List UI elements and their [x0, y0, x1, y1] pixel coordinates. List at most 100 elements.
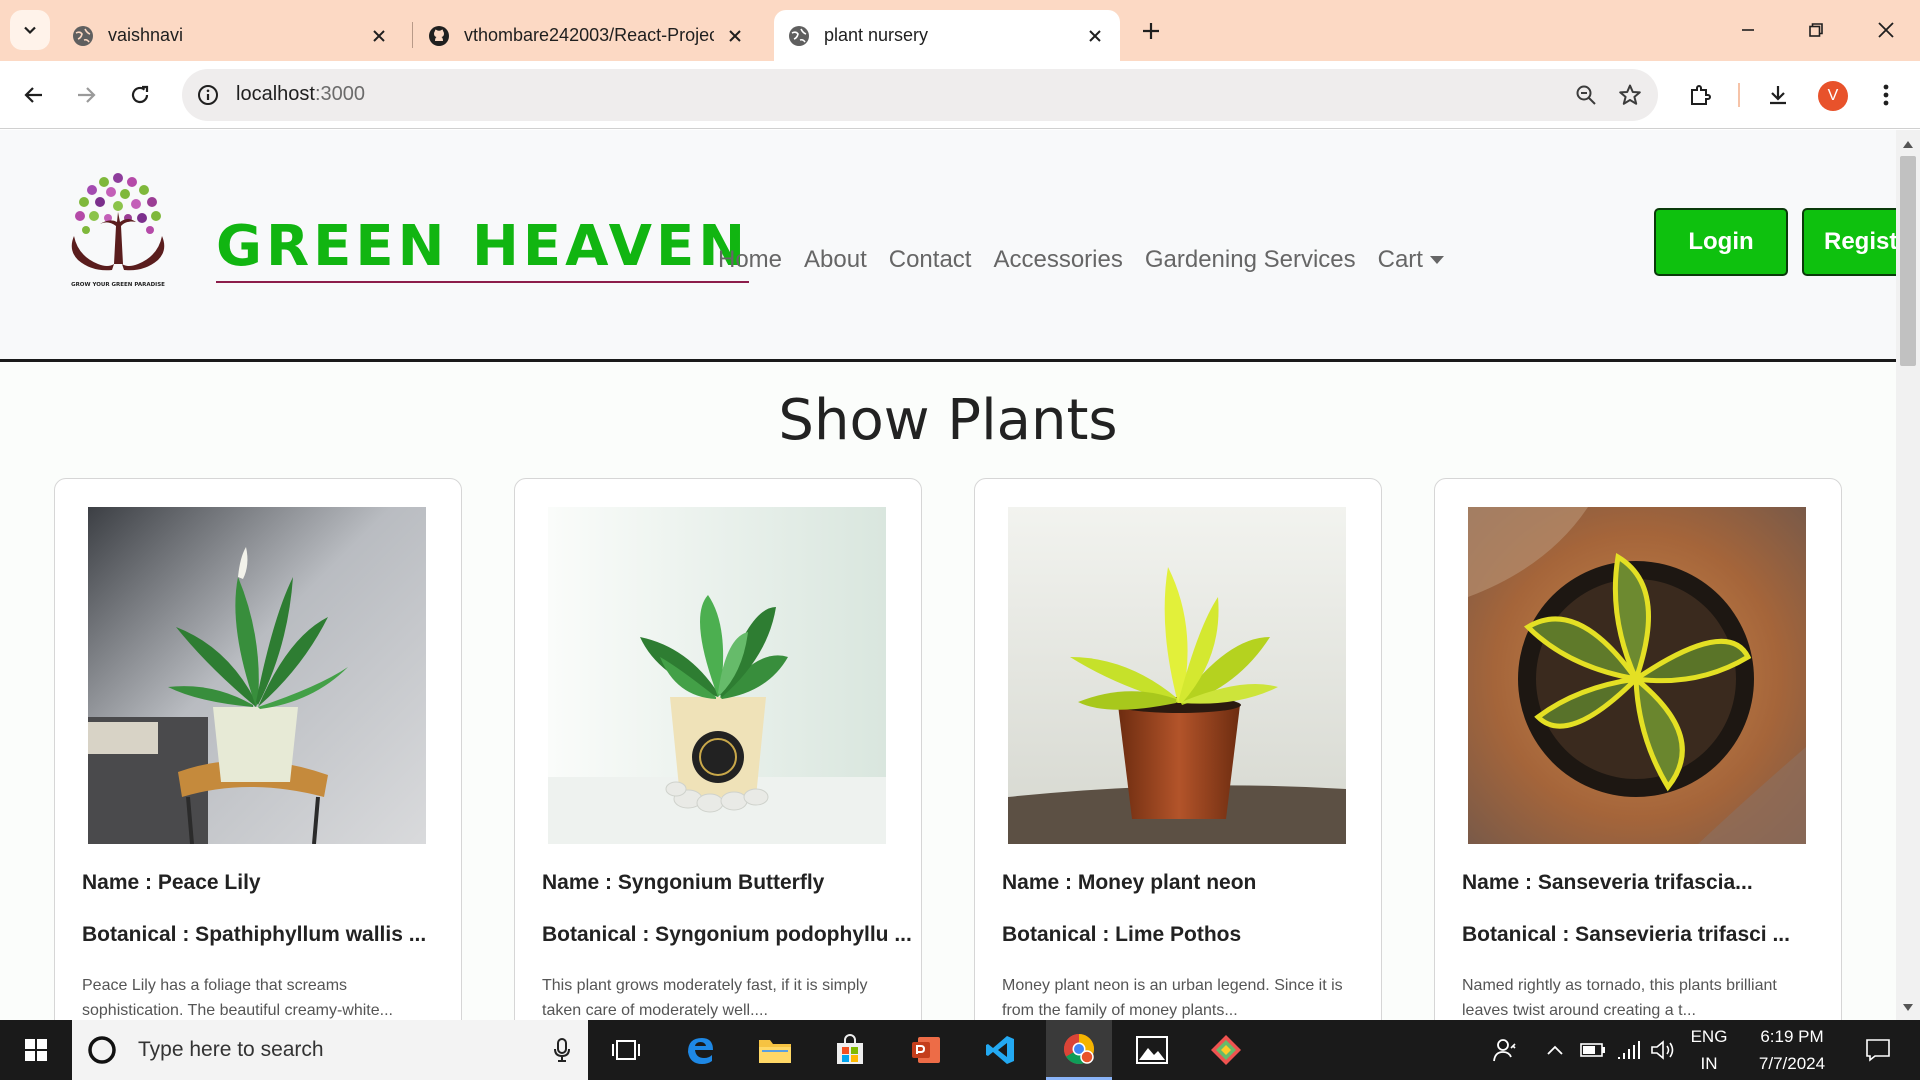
globe-icon [73, 25, 93, 46]
bookmark-star-icon[interactable] [1616, 81, 1644, 109]
plant-name: Name : Money plant neon [1002, 871, 1257, 894]
nav-contact[interactable]: Contact [889, 246, 972, 274]
wifi-button[interactable] [1614, 1020, 1644, 1080]
address-bar[interactable]: localhost:3000 [182, 69, 1658, 121]
browser-tab-plant-nursery[interactable]: plant nursery [774, 10, 1120, 61]
microphone-icon[interactable] [554, 1038, 570, 1062]
powerpoint-button[interactable] [896, 1020, 956, 1080]
notifications-button[interactable] [1848, 1020, 1908, 1080]
back-button[interactable] [14, 75, 54, 115]
plant-description: Peace Lily has a foliage that screams so… [82, 977, 393, 1019]
new-tab-button[interactable] [1134, 14, 1168, 48]
nav-home[interactable]: Home [718, 246, 782, 274]
nav-label: Accessories [993, 246, 1123, 273]
chrome-icon [1063, 1033, 1095, 1064]
scrollbar-thumb[interactable] [1900, 156, 1916, 366]
zoom-icon[interactable] [1572, 81, 1600, 109]
battery-button[interactable] [1578, 1020, 1608, 1080]
chevron-up-icon [1547, 1045, 1563, 1055]
restore-button[interactable] [1788, 10, 1844, 50]
caret-down-icon [1429, 256, 1444, 264]
browser-menu-button[interactable] [1866, 75, 1906, 115]
browser-tab-github[interactable]: vthombare242003/React-Projec [414, 10, 760, 61]
git-app-button[interactable] [1196, 1020, 1256, 1080]
battery-icon [1580, 1043, 1605, 1057]
url-text[interactable]: localhost:3000 [236, 83, 365, 106]
more-vertical-icon [1883, 84, 1889, 106]
toolbar-separator [1738, 83, 1740, 107]
chrome-button[interactable] [1046, 1020, 1112, 1080]
tree-hands-logo-icon: GROW YOUR GREEN PARADISE [71, 173, 165, 288]
downloads-button[interactable] [1758, 75, 1798, 115]
start-button[interactable] [0, 1020, 72, 1080]
plant-image-syngonium-butterfly[interactable] [548, 507, 886, 844]
browser-tab-bar: vaishnavi vthombare242003/React-Projec p… [0, 0, 1920, 61]
plant-card[interactable]: Name : Money plant neon Botanical : Lime… [974, 478, 1382, 1020]
photos-button[interactable] [1122, 1020, 1182, 1080]
scroll-up-arrow-icon[interactable] [1902, 138, 1914, 150]
plant-description: Named rightly as tornado, this plants br… [1462, 977, 1777, 1019]
lang-bottom: IN [1700, 1054, 1718, 1073]
minimize-button[interactable] [1720, 10, 1776, 50]
microsoft-store-button[interactable] [820, 1020, 880, 1080]
file-explorer-button[interactable] [745, 1020, 805, 1080]
clock[interactable]: 6:19 PM 7/7/2024 [1742, 1020, 1842, 1080]
plant-card[interactable]: Name : Peace Lily Botanical : Spathiphyl… [54, 478, 462, 1020]
cortana-circle-icon [88, 1036, 116, 1064]
minimize-icon [1742, 29, 1754, 31]
language-indicator[interactable]: ENG IN [1686, 1020, 1732, 1080]
arrow-right-icon [78, 87, 96, 103]
people-button[interactable] [1486, 1020, 1526, 1080]
nav-accessories[interactable]: Accessories [993, 246, 1122, 274]
close-window-button[interactable] [1858, 10, 1914, 50]
speaker-icon [1651, 1040, 1674, 1060]
close-icon [1878, 22, 1894, 38]
tab-separator [412, 22, 413, 48]
forward-button[interactable] [66, 75, 106, 115]
close-icon[interactable] [368, 25, 390, 47]
notification-icon [1866, 1039, 1890, 1062]
tab-search-button[interactable] [10, 10, 50, 50]
extensions-button[interactable] [1680, 75, 1720, 115]
page-scrollbar[interactable] [1896, 130, 1920, 1020]
show-hidden-icons-button[interactable] [1540, 1020, 1570, 1080]
close-icon[interactable] [1084, 25, 1106, 47]
github-icon [429, 25, 449, 46]
taskbar-search-box[interactable]: Type here to search [72, 1020, 588, 1080]
brand-title[interactable]: GREEN HEAVEN [216, 214, 750, 283]
plant-botanical: Botanical : Sansevieria trifasci ... [1462, 923, 1790, 946]
main-nav: Home About Contact Accessories Gardening… [718, 246, 1466, 274]
task-view-button[interactable] [596, 1020, 656, 1080]
browser-tab-vaishnavi[interactable]: vaishnavi [58, 10, 404, 61]
site-header: GROW YOUR GREEN PARADISE GREEN HEAVEN Ho… [0, 130, 1896, 362]
site-logo[interactable]: GROW YOUR GREEN PARADISE [56, 164, 180, 298]
login-button[interactable]: Login [1654, 208, 1788, 276]
profile-avatar[interactable]: V [1818, 81, 1848, 111]
lang-top: ENG [1690, 1027, 1728, 1046]
reload-icon [131, 85, 149, 104]
clock-date: 7/7/2024 [1758, 1054, 1826, 1073]
plant-card[interactable]: Name : Syngonium Butterfly Botanical : S… [514, 478, 922, 1020]
volume-button[interactable] [1648, 1020, 1678, 1080]
register-button[interactable]: Regist [1802, 208, 1896, 276]
scroll-down-arrow-icon[interactable] [1902, 1002, 1914, 1014]
plant-image-money-plant-neon[interactable] [1008, 507, 1346, 844]
puzzle-icon [1691, 85, 1711, 105]
restore-icon [1809, 23, 1823, 37]
nav-about[interactable]: About [804, 246, 867, 274]
close-icon[interactable] [724, 25, 746, 47]
reload-button[interactable] [120, 75, 160, 115]
nav-cart-dropdown[interactable]: Cart [1378, 246, 1444, 274]
edge-app-button[interactable] [670, 1020, 730, 1080]
plant-image-peace-lily[interactable] [88, 507, 426, 844]
url-host: localhost [236, 83, 315, 105]
diamond-app-icon [1211, 1035, 1241, 1065]
plant-image-sanseveria[interactable] [1468, 507, 1806, 844]
site-info-icon[interactable] [194, 81, 222, 109]
windows-taskbar: Type here to search ENG IN 6:19 PM 7/7/2… [0, 1020, 1920, 1080]
globe-icon [789, 25, 809, 46]
vscode-button[interactable] [970, 1020, 1030, 1080]
plant-card[interactable]: Name : Sanseveria trifascia... Botanical… [1434, 478, 1842, 1020]
powerpoint-icon [912, 1037, 940, 1063]
nav-gardening-services[interactable]: Gardening Services [1145, 246, 1356, 274]
